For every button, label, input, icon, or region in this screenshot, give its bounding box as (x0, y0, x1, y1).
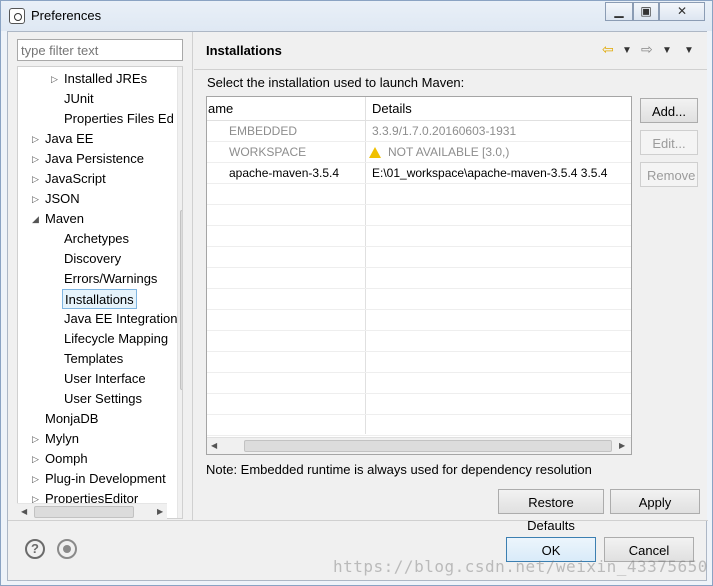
tree-item-maven[interactable]: Maven (45, 209, 84, 229)
table-row-empty (207, 205, 631, 226)
tree-horizontal-scrollbar[interactable]: ◀ ▶ (17, 503, 167, 519)
embedded-runtime-note: Note: Embedded runtime is always used fo… (206, 462, 592, 477)
table-row-empty (207, 289, 631, 310)
expand-arrow-icon[interactable]: ▷ (51, 69, 61, 89)
forward-arrow-icon[interactable]: ⇨ (641, 41, 653, 58)
tree-item-discovery[interactable]: Discovery (64, 249, 121, 269)
tree-item-mylyn[interactable]: Mylyn (45, 429, 79, 449)
scroll-down-icon[interactable]: ▼ (182, 490, 183, 499)
table-row-empty (207, 331, 631, 352)
app-icon (9, 8, 25, 24)
row-name: apache-maven-3.5.4 (229, 166, 340, 180)
tree-item-user-settings[interactable]: User Settings (64, 389, 142, 409)
tree-item-monjadb[interactable]: MonjaDB (45, 409, 98, 429)
preferences-window: Preferences ▁ ▣ ✕ ▷ Installed JREs JUnit… (0, 0, 713, 586)
row-details: E:\01_workspace\apache-maven-3.5.4 3.5.4 (372, 166, 608, 180)
tree-item-templates[interactable]: Templates (64, 349, 123, 369)
table-row-empty (207, 352, 631, 373)
remove-button[interactable]: Remove (640, 162, 698, 187)
view-menu-icon[interactable]: ▼ (684, 45, 694, 56)
expand-arrow-icon[interactable]: ▷ (32, 429, 42, 449)
expand-arrow-icon[interactable]: ▷ (32, 189, 42, 209)
panel-divider[interactable] (192, 32, 193, 520)
installations-table: ame Details EMBEDDED 3.3.9/1.7.0.2016060… (206, 96, 632, 455)
scroll-thumb[interactable] (180, 210, 182, 390)
close-icon[interactable]: ✕ (659, 2, 705, 21)
table-row-empty (207, 373, 631, 394)
table-row-empty (207, 394, 631, 415)
tree-item-java-ee[interactable]: Java EE (45, 129, 93, 149)
page-title: Installations (206, 43, 282, 58)
tree-item-json[interactable]: JSON (45, 189, 80, 209)
title-separator (194, 69, 707, 70)
tree-item-javascript[interactable]: JavaScript (45, 169, 106, 189)
apply-button[interactable]: Apply (610, 489, 700, 514)
tree-item-junit[interactable]: JUnit (64, 89, 94, 109)
collapse-arrow-icon[interactable]: ◢ (32, 209, 42, 229)
footer-separator (8, 520, 708, 521)
tree-item-java-persistence[interactable]: Java Persistence (45, 149, 144, 169)
expand-arrow-icon[interactable]: ▷ (32, 169, 42, 189)
tree-item-errors-warnings[interactable]: Errors/Warnings (64, 269, 157, 289)
filter-input[interactable] (17, 39, 183, 61)
column-header-name[interactable]: ame (207, 97, 365, 121)
scroll-up-icon[interactable]: ▲ (182, 70, 183, 79)
table-row-empty (207, 310, 631, 331)
expand-arrow-icon[interactable]: ▷ (32, 449, 42, 469)
expand-arrow-icon[interactable]: ▷ (32, 469, 42, 489)
minimize-icon[interactable]: ▁ (605, 2, 633, 21)
table-row[interactable]: EMBEDDED 3.3.9/1.7.0.20160603-1931 (207, 121, 631, 142)
maximize-icon[interactable]: ▣ (633, 2, 659, 21)
scroll-thumb[interactable] (34, 506, 134, 518)
expand-arrow-icon[interactable]: ▷ (32, 129, 42, 149)
tree-vertical-scrollbar[interactable]: ▲ ▼ (177, 67, 183, 518)
tree-item-installations[interactable]: Installations (62, 289, 137, 309)
tree-item-installed-jres[interactable]: Installed JREs (64, 69, 147, 89)
help-icon[interactable]: ? (25, 539, 45, 559)
tree-item-plugin-development[interactable]: Plug-in Development (45, 469, 166, 489)
dialog-body: ▷ Installed JREs JUnit Properties Files … (7, 31, 708, 581)
table-horizontal-scrollbar[interactable]: ◀ ▶ (207, 437, 631, 454)
row-name: WORKSPACE (229, 145, 307, 159)
table-row[interactable]: apache-maven-3.5.4 E:\01_workspace\apach… (207, 163, 631, 184)
edit-button[interactable]: Edit... (640, 130, 698, 155)
tree-item-lifecycle-mapping[interactable]: Lifecycle Mapping (64, 329, 168, 349)
table-row-empty (207, 184, 631, 205)
window-title: Preferences (31, 8, 102, 23)
dropdown-icon[interactable]: ▼ (662, 45, 672, 56)
table-row-empty (207, 415, 631, 436)
scroll-thumb[interactable] (244, 440, 612, 452)
preference-tree: ▷ Installed JREs JUnit Properties Files … (17, 66, 183, 519)
scroll-right-icon[interactable]: ▶ (619, 441, 625, 450)
restore-defaults-button[interactable]: Restore Defaults (498, 489, 604, 533)
title-bar[interactable]: Preferences ▁ ▣ ✕ (1, 1, 712, 31)
scroll-left-icon[interactable]: ◀ (211, 441, 217, 450)
tree-item-archetypes[interactable]: Archetypes (64, 229, 129, 249)
row-details: 3.3.9/1.7.0.20160603-1931 (372, 124, 517, 138)
back-arrow-icon[interactable]: ⇦ (602, 41, 614, 58)
tree-item-java-ee-integration[interactable]: Java EE Integration (64, 309, 177, 329)
table-row-empty (207, 268, 631, 289)
warning-icon (369, 147, 381, 158)
scroll-left-icon[interactable]: ◀ (21, 507, 27, 516)
tree-item-user-interface[interactable]: User Interface (64, 369, 146, 389)
table-row-empty (207, 226, 631, 247)
expand-arrow-icon[interactable]: ▷ (32, 149, 42, 169)
watermark-text: https://blog.csdn.net/weixin_43375650 (333, 557, 708, 576)
scroll-right-icon[interactable]: ▶ (157, 507, 163, 516)
row-details-cell: NOT AVAILABLE [3.0,) (369, 142, 509, 163)
installations-page: Installations ⇦ ▼ ⇨ ▼ ▼ Select the insta… (194, 32, 707, 533)
record-icon[interactable] (57, 539, 77, 559)
row-details: NOT AVAILABLE [3.0,) (388, 145, 510, 159)
dropdown-icon[interactable]: ▼ (622, 45, 632, 56)
tree-item-oomph[interactable]: Oomph (45, 449, 88, 469)
add-button[interactable]: Add... (640, 98, 698, 123)
table-row-empty (207, 247, 631, 268)
column-header-details[interactable]: Details (366, 97, 631, 121)
table-row[interactable]: WORKSPACE NOT AVAILABLE [3.0,) (207, 142, 631, 163)
tree-item-properties-files-editor[interactable]: Properties Files Ed (64, 109, 174, 129)
row-name: EMBEDDED (229, 124, 298, 138)
page-description: Select the installation used to launch M… (207, 75, 465, 90)
